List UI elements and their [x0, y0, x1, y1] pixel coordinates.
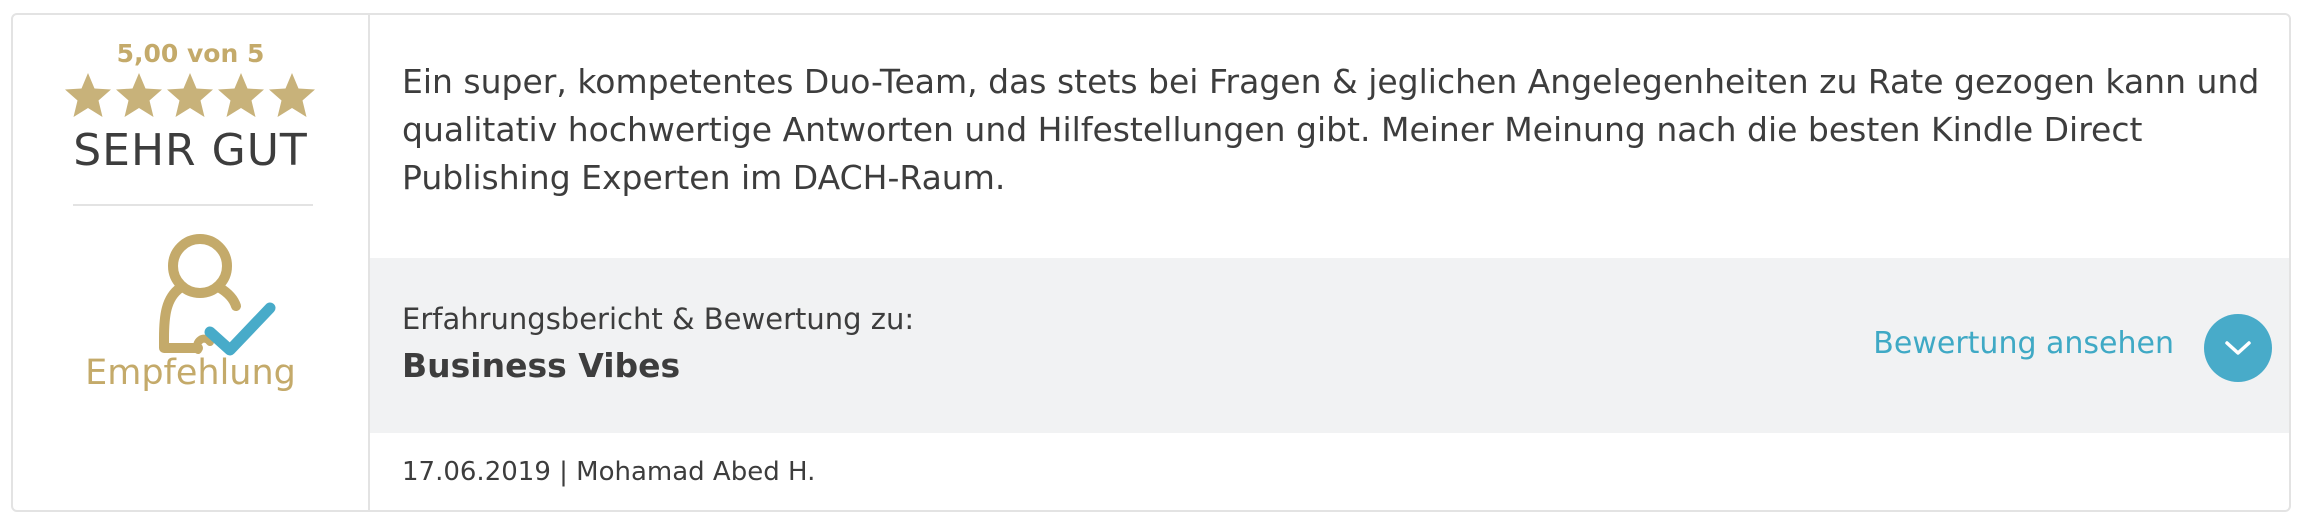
- person-check-icon: [159, 234, 276, 356]
- chevron-down-icon: [2225, 341, 2251, 355]
- product-name: Business Vibes: [402, 346, 681, 385]
- divider: [73, 204, 313, 206]
- star-icon: [65, 73, 111, 117]
- rating-verdict: SEHR GUT: [73, 125, 308, 176]
- rating-score: 5,00 von 5: [116, 39, 265, 68]
- star-rating: [63, 71, 317, 121]
- report-label: Erfahrungsbericht & Bewertung zu:: [402, 302, 915, 336]
- star-icon: [269, 73, 315, 117]
- star-icon: [116, 73, 162, 117]
- review-meta: 17.06.2019 | Mohamad Abed H.: [402, 457, 816, 487]
- review-subject-bar: Erfahrungsbericht & Bewertung zu: Busine…: [370, 258, 2289, 433]
- recommendation-label: Empfehlung: [85, 353, 296, 393]
- rating-panel: 5,00 von 5 SEHR GUT Empfehlung: [13, 15, 370, 510]
- star-icon: [218, 73, 264, 117]
- expand-review-button[interactable]: [2204, 314, 2272, 382]
- review-text: Ein super, kompetentes Duo-Team, das ste…: [402, 62, 2260, 197]
- star-icon: [167, 73, 213, 117]
- view-review-link[interactable]: Bewertung ansehen: [1873, 326, 2174, 361]
- review-card: 5,00 von 5 SEHR GUT Empfehlung Ein super…: [11, 13, 2291, 512]
